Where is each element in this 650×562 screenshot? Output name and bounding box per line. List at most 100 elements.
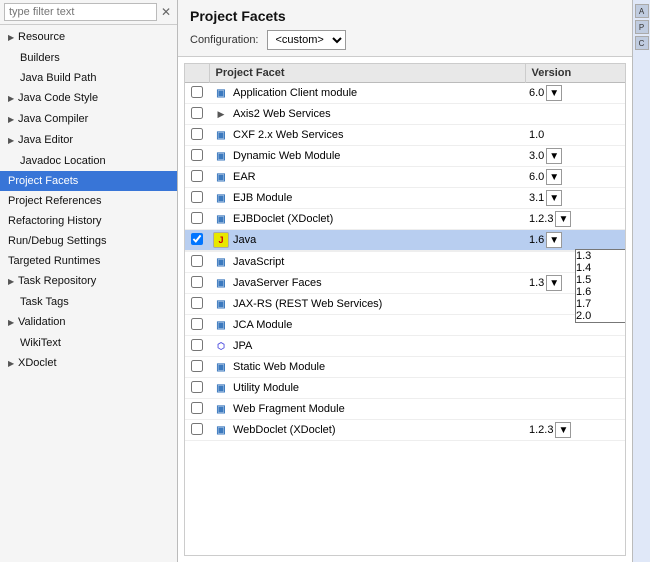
facet-name-cell: ▣Dynamic Web Module bbox=[209, 146, 525, 167]
facet-checkbox[interactable] bbox=[191, 276, 203, 288]
sidebar-item-label: Project Facets bbox=[8, 175, 78, 187]
facet-label: Utility Module bbox=[233, 382, 299, 394]
version-dropdown-button[interactable]: ▼ bbox=[546, 190, 562, 206]
dropdown-option[interactable]: 1.6 bbox=[576, 286, 626, 298]
sidebar-item-resource[interactable]: ▶ Resource bbox=[0, 27, 177, 48]
facet-checkbox[interactable] bbox=[191, 212, 203, 224]
facet-checkbox[interactable] bbox=[191, 360, 203, 372]
table-row: ▣EAR6.0▼ bbox=[185, 167, 625, 188]
facet-checkbox[interactable] bbox=[191, 402, 203, 414]
sidebar-item-label: Java Build Path bbox=[20, 72, 96, 84]
clear-filter-button[interactable]: ✕ bbox=[159, 5, 173, 19]
right-panel-button[interactable]: C bbox=[635, 36, 649, 50]
sidebar-search-bar: ✕ bbox=[0, 0, 177, 25]
facet-label: Java bbox=[233, 234, 256, 246]
checkbox-cell bbox=[185, 188, 209, 209]
version-dropdown-button[interactable]: ▼ bbox=[546, 85, 562, 101]
sidebar-item-java-editor[interactable]: ▶ Java Editor bbox=[0, 130, 177, 151]
facet-label: EJB Module bbox=[233, 192, 292, 204]
facet-name-cell: ▣JCA Module bbox=[209, 315, 525, 336]
version-dropdown-popup-row: 1.31.41.51.61.72.0 bbox=[185, 251, 625, 252]
sidebar-item-java-compiler[interactable]: ▶ Java Compiler bbox=[0, 109, 177, 130]
version-dropdown-button[interactable]: ▼ bbox=[546, 169, 562, 185]
version-dropdown-button[interactable]: ▼ bbox=[546, 148, 562, 164]
dropdown-option[interactable]: 1.7 bbox=[576, 298, 626, 310]
sidebar-item-java-build-path[interactable]: Java Build Path bbox=[0, 68, 177, 88]
version-dropdown-popup: 1.31.41.51.61.72.0 bbox=[575, 249, 626, 323]
facet-version-cell bbox=[525, 378, 625, 399]
sidebar-item-refactoring-history[interactable]: Refactoring History bbox=[0, 211, 177, 231]
checkbox-cell bbox=[185, 125, 209, 146]
facet-label: JCA Module bbox=[233, 319, 292, 331]
facet-checkbox[interactable] bbox=[191, 191, 203, 203]
sidebar-item-javadoc-location[interactable]: Javadoc Location bbox=[0, 151, 177, 171]
facet-type-icon: ▣ bbox=[213, 127, 229, 143]
right-panel-button[interactable]: A bbox=[635, 4, 649, 18]
sidebar-item-label: Targeted Runtimes bbox=[8, 255, 100, 267]
sidebar-item-targeted-runtimes[interactable]: Targeted Runtimes bbox=[0, 251, 177, 271]
facet-label: Application Client module bbox=[233, 87, 357, 99]
facet-checkbox[interactable] bbox=[191, 128, 203, 140]
sidebar-item-task-repository[interactable]: ▶ Task Repository bbox=[0, 271, 177, 292]
facet-type-icon: ▣ bbox=[213, 296, 229, 312]
dropdown-option[interactable]: 1.3 bbox=[576, 250, 626, 262]
facet-checkbox[interactable] bbox=[191, 149, 203, 161]
checkbox-cell bbox=[185, 315, 209, 336]
right-panel-button[interactable]: P bbox=[635, 20, 649, 34]
sidebar-item-label: Java Code Style bbox=[18, 92, 98, 104]
checkbox-cell bbox=[185, 420, 209, 441]
facet-checkbox[interactable] bbox=[191, 255, 203, 267]
filter-input[interactable] bbox=[4, 3, 157, 21]
checkbox-cell bbox=[185, 209, 209, 230]
dropdown-option[interactable]: 1.4 bbox=[576, 262, 626, 274]
facet-name-cell: ▣JavaServer Faces bbox=[209, 273, 525, 294]
table-row: ▣Dynamic Web Module3.0▼ bbox=[185, 146, 625, 167]
facet-checkbox[interactable] bbox=[191, 86, 203, 98]
expand-arrow-icon: ▶ bbox=[8, 356, 18, 372]
sidebar-item-project-facets[interactable]: Project Facets bbox=[0, 171, 177, 191]
dropdown-option[interactable]: 2.0 bbox=[576, 310, 626, 322]
facet-version-cell bbox=[525, 357, 625, 378]
sidebar-item-label: XDoclet bbox=[18, 357, 57, 369]
facet-checkbox[interactable] bbox=[191, 318, 203, 330]
checkbox-cell bbox=[185, 336, 209, 357]
checkbox-cell bbox=[185, 273, 209, 294]
facet-label: EAR bbox=[233, 171, 256, 183]
sidebar-item-project-references[interactable]: Project References bbox=[0, 191, 177, 211]
facet-type-icon: ⬡ bbox=[213, 338, 229, 354]
facet-type-icon: ▣ bbox=[213, 254, 229, 270]
facet-label: JAX-RS (REST Web Services) bbox=[233, 298, 382, 310]
version-dropdown-button[interactable]: ▼ bbox=[555, 211, 571, 227]
sidebar-item-label: Resource bbox=[18, 31, 65, 43]
table-row: ▣JCA Module bbox=[185, 315, 625, 336]
sidebar-item-label: Java Editor bbox=[18, 134, 73, 146]
sidebar: ✕ ▶ ResourceBuildersJava Build Path▶ Jav… bbox=[0, 0, 178, 562]
version-dropdown-button[interactable]: ▼ bbox=[555, 422, 571, 438]
facet-checkbox[interactable] bbox=[191, 233, 203, 245]
facet-type-icon: ▣ bbox=[213, 148, 229, 164]
sidebar-item-label: Java Compiler bbox=[18, 113, 88, 125]
sidebar-item-task-tags[interactable]: Task Tags bbox=[0, 292, 177, 312]
sidebar-item-xdoclet[interactable]: ▶ XDoclet bbox=[0, 353, 177, 374]
sidebar-item-java-code-style[interactable]: ▶ Java Code Style bbox=[0, 88, 177, 109]
col-header-checkbox bbox=[185, 64, 209, 83]
table-row: ▣Static Web Module bbox=[185, 357, 625, 378]
version-dropdown-button[interactable]: ▼ bbox=[546, 232, 562, 248]
facet-checkbox[interactable] bbox=[191, 423, 203, 435]
facet-checkbox[interactable] bbox=[191, 381, 203, 393]
config-select[interactable]: <custom> bbox=[267, 30, 346, 50]
facet-checkbox[interactable] bbox=[191, 339, 203, 351]
table-row: ▣CXF 2.x Web Services1.0 bbox=[185, 125, 625, 146]
sidebar-item-wikitext[interactable]: WikiText bbox=[0, 333, 177, 353]
facet-checkbox[interactable] bbox=[191, 297, 203, 309]
checkbox-cell bbox=[185, 83, 209, 104]
sidebar-item-run-debug-settings[interactable]: Run/Debug Settings bbox=[0, 231, 177, 251]
facet-checkbox[interactable] bbox=[191, 170, 203, 182]
version-value: 1.6 bbox=[529, 234, 544, 246]
expand-arrow-icon: ▶ bbox=[8, 315, 18, 331]
version-dropdown-button[interactable]: ▼ bbox=[546, 275, 562, 291]
dropdown-option[interactable]: 1.5 bbox=[576, 274, 626, 286]
facet-checkbox[interactable] bbox=[191, 107, 203, 119]
sidebar-item-builders[interactable]: Builders bbox=[0, 48, 177, 68]
sidebar-item-validation[interactable]: ▶ Validation bbox=[0, 312, 177, 333]
